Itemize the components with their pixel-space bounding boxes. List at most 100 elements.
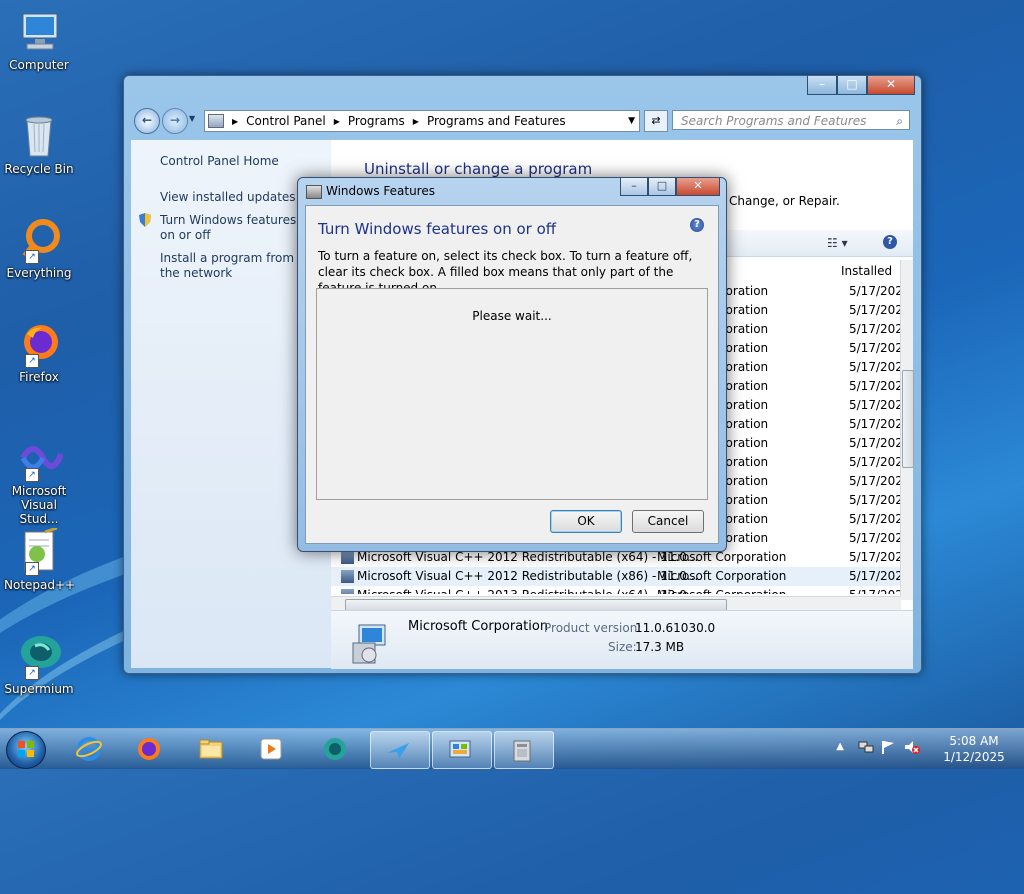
- desktop-icon-label: Firefox: [19, 370, 59, 384]
- shortcut-arrow-icon: ↗: [25, 250, 39, 264]
- show-hidden-icons-icon[interactable]: ▲: [836, 741, 844, 752]
- ok-button[interactable]: OK: [550, 510, 622, 533]
- taskbar: ▲ 5:08 AM 1/12/2025: [0, 728, 1024, 769]
- supermium-icon: [324, 738, 346, 760]
- dialog-maximize-button[interactable]: □: [648, 178, 676, 196]
- refresh-button[interactable]: ⇄: [644, 110, 668, 132]
- forward-button[interactable]: →: [162, 108, 188, 134]
- details-version-label: Product version:: [544, 621, 642, 635]
- shield-icon: [139, 213, 151, 227]
- installer-icon: [341, 589, 354, 594]
- dialog-body: Turn Windows features on or off ? To tur…: [305, 205, 719, 544]
- address-dropdown-icon[interactable]: ▼: [628, 116, 635, 126]
- features-tree: Please wait...: [316, 288, 708, 500]
- folder-icon: [199, 739, 223, 759]
- dialog-title: Windows Features: [326, 184, 435, 198]
- windows-features-icon: [513, 740, 531, 762]
- details-version-value: 11.0.61030.0: [635, 621, 716, 635]
- shortcut-arrow-icon: ↗: [25, 354, 39, 368]
- desktop-icon-label: Recycle Bin: [4, 162, 74, 176]
- back-button[interactable]: ←: [134, 108, 160, 134]
- recent-pages-dropdown-icon[interactable]: ▼: [189, 114, 195, 123]
- internet-explorer-icon: [76, 737, 102, 761]
- address-toolbar: ← → ▼ ▶ Control Panel ▶ Programs ▶ Progr…: [132, 106, 913, 134]
- start-button[interactable]: [6, 731, 46, 769]
- breadcrumb-control-panel[interactable]: Control Panel: [246, 114, 326, 128]
- notepadpp-icon: ↗: [15, 526, 63, 576]
- control-panel-home-link[interactable]: Control Panel Home: [160, 154, 279, 168]
- help-icon[interactable]: ?: [690, 218, 704, 232]
- vertical-scroll-thumb[interactable]: [902, 370, 914, 468]
- turn-windows-features-link[interactable]: Turn Windows features on or off: [160, 213, 302, 243]
- recycle-bin-icon: [15, 112, 63, 160]
- help-icon[interactable]: ?: [883, 235, 897, 249]
- view-options-icon[interactable]: ☷ ▾: [827, 236, 848, 250]
- desktop-icon-computer[interactable]: Computer: [4, 8, 74, 72]
- taskbar-firefox[interactable]: [122, 731, 176, 767]
- details-size-value: 17.3 MB: [635, 640, 685, 654]
- close-button[interactable]: ✕: [867, 76, 915, 95]
- firefox-icon: [138, 738, 160, 760]
- clock-date: 1/12/2025: [943, 750, 1005, 764]
- control-panel-icon: [449, 740, 471, 758]
- page-subtitle: Change, or Repair.: [729, 194, 840, 208]
- breadcrumb-separator-icon: ▶: [232, 116, 239, 126]
- table-row-selected[interactable]: Microsoft Visual C++ 2012 Redistributabl…: [331, 567, 903, 586]
- taskbar-app-active[interactable]: [370, 731, 430, 769]
- cancel-button[interactable]: Cancel: [632, 510, 704, 533]
- installer-icon: [341, 551, 354, 564]
- dialog-minimize-button[interactable]: –: [620, 178, 648, 196]
- address-bar[interactable]: ▶ Control Panel ▶ Programs ▶ Programs an…: [204, 110, 640, 132]
- shortcut-arrow-icon: ↗: [25, 562, 39, 576]
- dialog-heading: Turn Windows features on or off: [318, 220, 557, 238]
- desktop-icon-label: Everything: [6, 266, 72, 280]
- taskbar-supermium[interactable]: [308, 731, 362, 767]
- dialog-close-button[interactable]: ✕: [676, 178, 720, 196]
- table-row[interactable]: Microsoft Visual C++ 2013 Redistributabl…: [331, 586, 903, 594]
- firefox-icon: ↗: [15, 320, 63, 368]
- desktop-icon-everything[interactable]: ↗ Everything: [4, 216, 74, 280]
- install-from-network-link[interactable]: Install a program from the network: [160, 251, 305, 281]
- desktop-icon-label: Computer: [9, 58, 69, 72]
- desktop-icon-recycle-bin[interactable]: Recycle Bin: [4, 112, 74, 176]
- maximize-button[interactable]: □: [837, 76, 867, 95]
- desktop-icon-supermium[interactable]: ↗ Supermium: [4, 632, 74, 696]
- media-player-icon: [260, 738, 282, 760]
- breadcrumb-separator-icon: ▶: [333, 116, 340, 126]
- desktop-icon-visual-studio[interactable]: ↗ Microsoft Visual Stud...: [4, 434, 74, 526]
- desktop-icon-label: Supermium: [4, 682, 74, 696]
- windows-logo-icon: [18, 741, 34, 757]
- clock-time: 5:08 AM: [949, 734, 999, 748]
- horizontal-scrollbar[interactable]: [331, 596, 901, 611]
- taskbar-file-explorer[interactable]: [184, 731, 238, 767]
- desktop-icon-label: Microsoft Visual Stud...: [11, 484, 67, 526]
- windows-features-icon: [306, 185, 322, 199]
- taskbar-media-player[interactable]: [244, 731, 298, 767]
- desktop-icon-notepadpp[interactable]: ↗ Notepad++: [4, 526, 75, 592]
- shortcut-arrow-icon: ↗: [25, 468, 39, 482]
- computer-icon: [15, 8, 63, 56]
- shortcut-arrow-icon: ↗: [25, 666, 39, 680]
- taskbar-internet-explorer[interactable]: [62, 731, 116, 767]
- taskbar-windows-features[interactable]: [494, 731, 554, 769]
- search-icon: ⌕: [896, 114, 903, 128]
- vertical-scrollbar[interactable]: [900, 260, 914, 600]
- page-title: Uninstall or change a program: [364, 160, 593, 178]
- column-header-installed-on[interactable]: Installed: [841, 264, 892, 278]
- breadcrumb-programs-and-features[interactable]: Programs and Features: [427, 114, 566, 128]
- view-installed-updates-link[interactable]: View installed updates: [160, 190, 296, 204]
- control-panel-icon: [208, 114, 224, 128]
- minimize-button[interactable]: –: [807, 76, 837, 95]
- breadcrumb-separator-icon: ▶: [412, 116, 419, 126]
- action-center-flag-icon[interactable]: [880, 739, 896, 755]
- taskbar-clock[interactable]: 5:08 AM 1/12/2025: [934, 733, 1014, 765]
- visual-studio-icon: ↗: [15, 434, 64, 482]
- search-input[interactable]: Search Programs and Features ⌕: [672, 110, 910, 130]
- desktop-icon-firefox[interactable]: ↗ Firefox: [4, 320, 74, 384]
- network-icon[interactable]: [858, 739, 874, 755]
- everything-icon: ↗: [15, 216, 63, 264]
- taskbar-control-panel[interactable]: [432, 731, 492, 769]
- volume-muted-icon[interactable]: [904, 739, 920, 755]
- installer-icon: [341, 570, 354, 583]
- breadcrumb-programs[interactable]: Programs: [348, 114, 405, 128]
